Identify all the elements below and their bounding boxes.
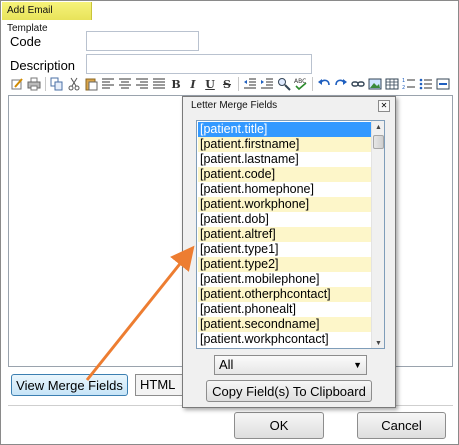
justify-icon[interactable]	[152, 77, 166, 91]
merge-field-item[interactable]: [patient.otherphcontact]	[198, 287, 372, 302]
redo-icon[interactable]	[334, 77, 348, 91]
merge-field-item[interactable]: [patient.lastname]	[198, 152, 372, 167]
bullet-list-icon[interactable]	[419, 77, 433, 91]
merge-field-item[interactable]: [patient.firstname]	[198, 137, 372, 152]
merge-field-item[interactable]: [patient.secondname]	[198, 317, 372, 332]
ok-button[interactable]: OK	[234, 412, 324, 439]
toolbar-divider	[238, 77, 239, 91]
toolbar-divider	[45, 77, 46, 91]
description-label: Description	[10, 58, 76, 73]
merge-field-item[interactable]: [patient.title]	[198, 122, 372, 137]
html-tab[interactable]: HTML	[135, 374, 183, 396]
merge-field-item[interactable]: [patient.type1]	[198, 242, 372, 257]
copy-fields-to-clipboard-button[interactable]: Copy Field(s) To Clipboard	[206, 380, 372, 402]
image-icon[interactable]	[368, 77, 382, 91]
indent-icon[interactable]	[260, 77, 274, 91]
find-icon[interactable]	[277, 77, 291, 91]
merge-field-item[interactable]: [patient.altref]	[198, 227, 372, 242]
field-filter-select[interactable]: All ▼	[214, 355, 367, 375]
email-template-window: Add Email Template Code Description B I …	[0, 0, 459, 445]
close-icon[interactable]: ✕	[378, 100, 390, 112]
align-center-icon[interactable]	[118, 77, 132, 91]
merge-field-item[interactable]: [patient.phonealt]	[198, 302, 372, 317]
scroll-up-icon[interactable]: ▲	[372, 121, 384, 134]
window-title: Add Email Template	[2, 2, 92, 34]
scrollbar-thumb[interactable]	[373, 135, 384, 149]
merge-field-item[interactable]: [patient.code]	[198, 167, 372, 182]
outdent-icon[interactable]	[243, 77, 257, 91]
merge-field-item[interactable]: [patient.workphone]	[198, 197, 372, 212]
strikethrough-button[interactable]: S	[220, 77, 234, 91]
code-input[interactable]	[86, 31, 199, 51]
align-right-icon[interactable]	[135, 77, 149, 91]
dropdown-arrow-icon: ▼	[353, 360, 362, 370]
description-input[interactable]	[86, 54, 312, 74]
numbered-list-icon[interactable]: 12	[402, 77, 416, 91]
popup-title: Letter Merge Fields	[191, 100, 278, 111]
undo-icon[interactable]	[317, 77, 331, 91]
table-icon[interactable]	[385, 77, 399, 91]
print-icon[interactable]	[27, 77, 41, 91]
link-icon[interactable]	[351, 77, 365, 91]
edit-icon[interactable]	[10, 77, 24, 91]
svg-text:2: 2	[402, 85, 405, 91]
cancel-button[interactable]: Cancel	[357, 412, 446, 439]
merge-field-item[interactable]: [patient.type2]	[198, 257, 372, 272]
horizontal-rule-icon[interactable]	[436, 77, 450, 91]
editor-toolbar: B I U S ABC 12	[8, 75, 453, 93]
merge-field-item[interactable]: [patient.homephone]	[198, 182, 372, 197]
merge-field-item[interactable]: [patient.mobilephone]	[198, 272, 372, 287]
copy-icon[interactable]	[50, 77, 64, 91]
paste-icon[interactable]	[84, 77, 98, 91]
underline-button[interactable]: U	[203, 77, 217, 91]
cut-icon[interactable]	[67, 77, 81, 91]
merge-field-list[interactable]: [patient.title] [patient.firstname] [patie…	[196, 120, 385, 349]
field-filter-value: All	[219, 357, 234, 372]
view-merge-fields-button[interactable]: View Merge Fields	[11, 374, 128, 396]
code-label: Code	[10, 34, 42, 49]
italic-button[interactable]: I	[186, 77, 200, 91]
scroll-down-icon[interactable]: ▼	[372, 337, 384, 348]
toolbar-divider	[312, 77, 313, 91]
merge-field-item[interactable]: [patient.workphcontact]	[198, 332, 372, 347]
list-scrollbar[interactable]: ▲ ▼	[371, 121, 384, 348]
bold-button[interactable]: B	[169, 77, 183, 91]
spellcheck-icon[interactable]: ABC	[294, 77, 308, 91]
letter-merge-fields-popup: Letter Merge Fields ✕ [patient.title] [pa…	[182, 96, 396, 408]
merge-field-items: [patient.title] [patient.firstname] [patie…	[198, 122, 372, 347]
svg-text:1: 1	[402, 78, 405, 84]
align-left-icon[interactable]	[101, 77, 115, 91]
merge-field-item[interactable]: [patient.dob]	[198, 212, 372, 227]
